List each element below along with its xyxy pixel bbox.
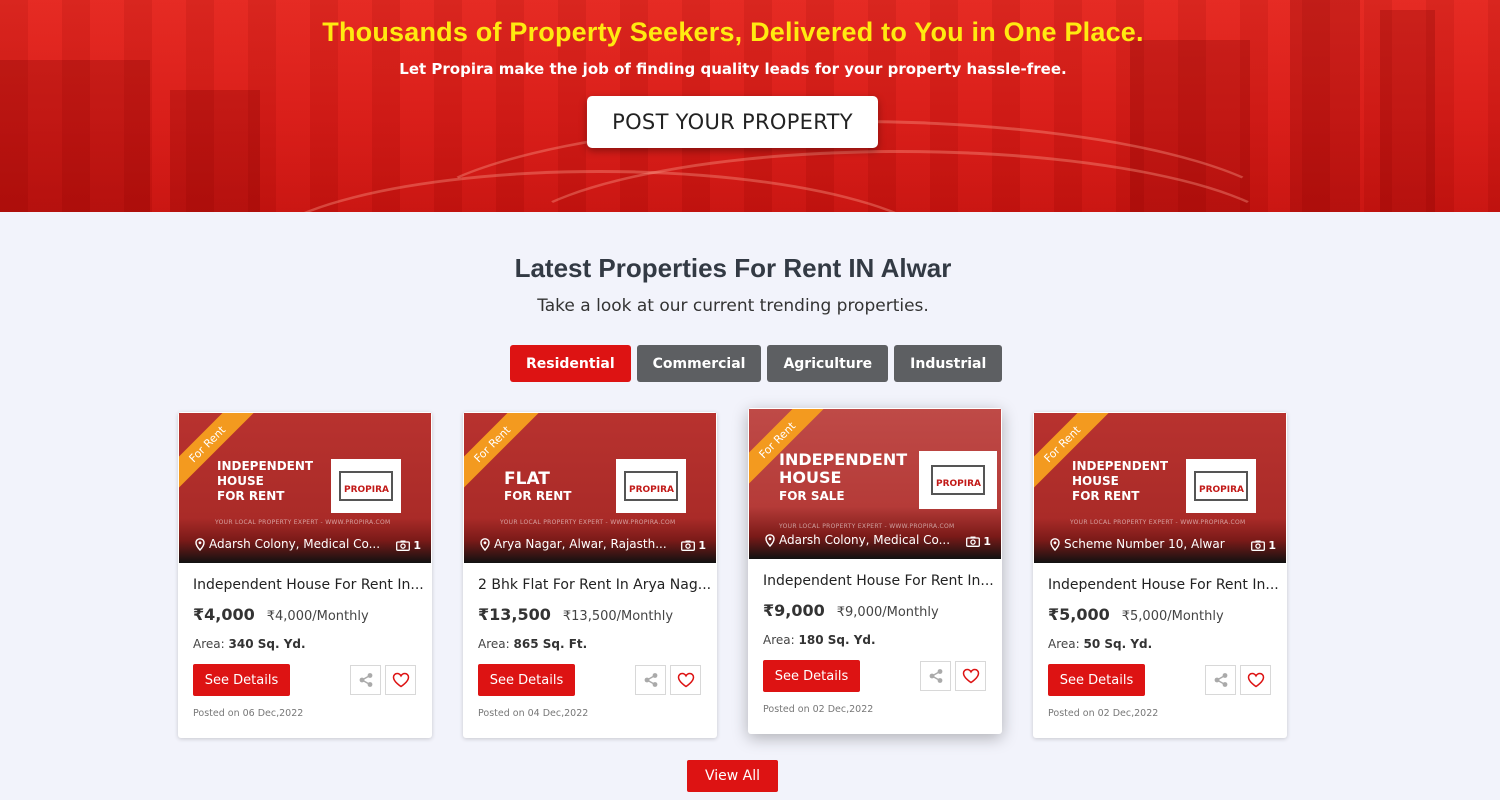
share-icon	[1214, 673, 1227, 687]
property-card[interactable]: For Rent FLAT FOR RENT PROPIRA YOUR LOCAL…	[463, 412, 717, 738]
thumbnail-heading: INDEPENDENT HOUSE FOR RENT	[217, 459, 314, 503]
propira-logo: PROPIRA	[331, 459, 401, 513]
property-price: ₹5,000 ₹5,000/Monthly	[1048, 605, 1224, 624]
property-thumbnail[interactable]: For Rent FLAT FOR RENT PROPIRA YOUR LOCAL…	[464, 413, 716, 563]
share-button[interactable]	[920, 661, 951, 691]
heart-icon	[962, 668, 979, 684]
share-icon	[929, 669, 942, 683]
propira-logo: PROPIRA	[616, 459, 686, 513]
favorite-button[interactable]	[1240, 665, 1271, 695]
hero-title: Thousands of Property Seekers, Delivered…	[322, 17, 1144, 47]
property-location: Adarsh Colony, Medical Co...	[195, 537, 380, 551]
thumbnail-tagline: YOUR LOCAL PROPERTY EXPERT - WWW.PROPIRA…	[215, 519, 391, 526]
section-subtitle: Take a look at our current trending prop…	[537, 296, 929, 316]
property-title[interactable]: 2 Bhk Flat For Rent In Arya Nag...	[478, 577, 711, 593]
tab-industrial[interactable]: Industrial	[894, 345, 1003, 382]
share-button[interactable]	[1205, 665, 1236, 695]
property-price: ₹13,500 ₹13,500/Monthly	[478, 605, 674, 624]
heart-icon	[1247, 672, 1264, 688]
photo-count: 1	[966, 535, 991, 548]
property-location: Arya Nagar, Alwar, Rajasth...	[480, 537, 667, 551]
property-location: Scheme Number 10, Alwar	[1050, 537, 1225, 551]
favorite-button[interactable]	[670, 665, 701, 695]
share-button[interactable]	[350, 665, 381, 695]
property-title[interactable]: Independent House For Rent In...	[193, 577, 424, 593]
see-details-button[interactable]: See Details	[478, 664, 575, 696]
favorite-button[interactable]	[955, 661, 986, 691]
posted-date: Posted on 06 Dec,2022	[193, 708, 304, 719]
camera-icon	[396, 540, 411, 551]
property-title[interactable]: Independent House For Rent In...	[1048, 577, 1279, 593]
property-area: Area: 50 Sq. Yd.	[1048, 637, 1153, 651]
camera-icon	[681, 540, 696, 551]
property-thumbnail[interactable]: For Rent INDEPENDENT HOUSE FOR RENT PROPIR…	[179, 413, 431, 563]
thumbnail-heading: INDEPENDENT HOUSE FOR SALE	[779, 450, 908, 504]
property-price: ₹9,000 ₹9,000/Monthly	[763, 601, 939, 620]
posted-date: Posted on 02 Dec,2022	[1048, 708, 1159, 719]
tab-residential[interactable]: Residential	[510, 345, 631, 382]
photo-count: 1	[396, 539, 421, 552]
thumbnail-tagline: YOUR LOCAL PROPERTY EXPERT - WWW.PROPIRA…	[500, 519, 676, 526]
property-card[interactable]: For Rent INDEPENDENT HOUSE FOR RENT PROPIR…	[178, 412, 432, 738]
view-all-button[interactable]: View All	[687, 760, 778, 792]
thumbnail-tagline: YOUR LOCAL PROPERTY EXPERT - WWW.PROPIRA…	[1070, 519, 1246, 526]
posted-date: Posted on 04 Dec,2022	[478, 708, 589, 719]
hero-banner: Thousands of Property Seekers, Delivered…	[0, 0, 1500, 212]
posted-date: Posted on 02 Dec,2022	[763, 704, 874, 715]
property-price: ₹4,000 ₹4,000/Monthly	[193, 605, 369, 624]
property-location: Adarsh Colony, Medical Co...	[765, 533, 950, 547]
property-thumbnail[interactable]: For Rent INDEPENDENT HOUSE FOR RENT PROPIR…	[1034, 413, 1286, 563]
property-area: Area: 340 Sq. Yd.	[193, 637, 306, 651]
map-pin-icon	[480, 537, 490, 551]
camera-icon	[966, 536, 981, 547]
share-button[interactable]	[635, 665, 666, 695]
property-title[interactable]: Independent House For Rent In...	[763, 573, 994, 589]
heart-icon	[392, 672, 409, 688]
see-details-button[interactable]: See Details	[763, 660, 860, 692]
hero-subtitle: Let Propira make the job of finding qual…	[399, 60, 1067, 78]
photo-count: 1	[681, 539, 706, 552]
property-card[interactable]: For Rent INDEPENDENT HOUSE FOR SALE PROPIR…	[748, 408, 1002, 734]
see-details-button[interactable]: See Details	[1048, 664, 1145, 696]
share-icon	[359, 673, 372, 687]
see-details-button[interactable]: See Details	[193, 664, 290, 696]
map-pin-icon	[195, 537, 205, 551]
map-pin-icon	[765, 533, 775, 547]
thumbnail-heading: INDEPENDENT HOUSE FOR RENT	[1072, 459, 1169, 503]
heart-icon	[677, 672, 694, 688]
thumbnail-heading: FLAT FOR RENT	[504, 469, 572, 503]
property-thumbnail[interactable]: For Rent INDEPENDENT HOUSE FOR SALE PROPIR…	[749, 409, 1001, 559]
section-title: Latest Properties For Rent IN Alwar	[514, 253, 952, 283]
post-property-button[interactable]: POST YOUR PROPERTY	[587, 96, 878, 148]
property-area: Area: 865 Sq. Ft.	[478, 637, 588, 651]
thumbnail-tagline: YOUR LOCAL PROPERTY EXPERT - WWW.PROPIRA…	[779, 523, 955, 530]
property-area: Area: 180 Sq. Yd.	[763, 633, 876, 647]
favorite-button[interactable]	[385, 665, 416, 695]
propira-logo: PROPIRA	[919, 451, 997, 509]
camera-icon	[1251, 540, 1266, 551]
tab-commercial[interactable]: Commercial	[636, 345, 762, 382]
category-tabs: Residential Commercial Agriculture Indus…	[510, 345, 1003, 382]
photo-count: 1	[1251, 539, 1276, 552]
propira-logo: PROPIRA	[1186, 459, 1256, 513]
property-card[interactable]: For Rent INDEPENDENT HOUSE FOR RENT PROPIR…	[1033, 412, 1287, 738]
map-pin-icon	[1050, 537, 1060, 551]
share-icon	[644, 673, 657, 687]
tab-agriculture[interactable]: Agriculture	[767, 345, 889, 382]
